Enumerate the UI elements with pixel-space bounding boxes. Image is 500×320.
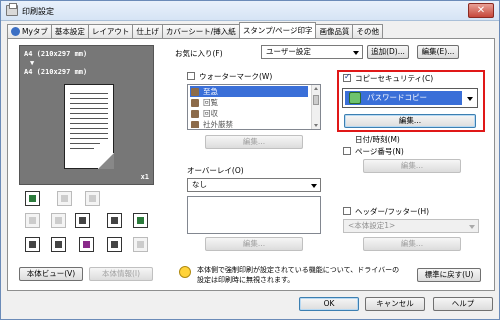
tab-finishing[interactable]: 仕上げ bbox=[132, 24, 163, 38]
list-item[interactable]: 回覧 bbox=[190, 97, 308, 108]
my-tab-icon bbox=[11, 27, 20, 36]
print-preview: A4 (210x297 mm) ▼ A4 (210x297 mm) x1 bbox=[19, 45, 154, 185]
favorites-add-button[interactable]: 追加(D)... bbox=[367, 45, 409, 59]
header-footer-edit-button[interactable]: 編集... bbox=[363, 237, 461, 251]
favorites-label: お気に入り(F) bbox=[175, 49, 223, 58]
tab-layout[interactable]: レイアウト bbox=[87, 24, 134, 38]
lightbulb-icon bbox=[179, 266, 191, 278]
header-footer-checkbox[interactable] bbox=[343, 207, 351, 215]
preview-arrow: ▼ bbox=[30, 59, 35, 67]
staple-icon bbox=[25, 213, 40, 228]
status-icons-grid bbox=[23, 191, 153, 259]
overlay-detail-box bbox=[187, 196, 321, 234]
preview-page bbox=[64, 84, 114, 169]
watermark-edit-button[interactable]: 編集... bbox=[205, 135, 303, 149]
secure-print-icon bbox=[133, 237, 148, 252]
password-copy-icon bbox=[349, 92, 361, 104]
page-fold bbox=[98, 153, 114, 169]
punch-icon bbox=[51, 213, 66, 228]
header-footer-label: ヘッダー/フッター(H) bbox=[355, 207, 430, 216]
list-item[interactable]: 至急 bbox=[190, 86, 308, 97]
reset-defaults-button[interactable]: 標準に戻す(U) bbox=[417, 268, 481, 282]
user-icon bbox=[51, 237, 66, 252]
stamp-icon bbox=[191, 110, 199, 118]
chevron-down-icon bbox=[311, 184, 317, 188]
page-number-edit-button[interactable]: 編集... bbox=[363, 159, 461, 173]
body-view-button[interactable]: 本体ビュー(V) bbox=[19, 267, 83, 281]
watermark-scrollbar[interactable] bbox=[311, 85, 320, 129]
stamp-icon bbox=[191, 121, 199, 128]
info-text: 本体側で強制印刷が設定されている機能について、ドライバーの設定は印刷時に無視され… bbox=[197, 266, 400, 284]
favorites-edit-button[interactable]: 編集(E)... bbox=[417, 45, 459, 59]
box-icon bbox=[107, 237, 122, 252]
overlay-label: オーバーレイ(O) bbox=[187, 166, 244, 175]
copy-security-select[interactable]: パスワードコピー bbox=[342, 88, 478, 108]
account-icon bbox=[79, 237, 94, 252]
printer-icon bbox=[6, 3, 18, 16]
datetime-label: 日付/時刻(M) bbox=[355, 135, 400, 144]
page-number-checkbox[interactable] bbox=[343, 147, 351, 155]
tab-stamp-page-print[interactable]: スタンプ/ページ印字 bbox=[238, 22, 317, 38]
preview-copies: x1 bbox=[140, 173, 149, 181]
window-title: 印刷設定 bbox=[22, 7, 54, 16]
preview-paper-output: A4 (210x297 mm) bbox=[24, 68, 88, 76]
chevron-down-icon bbox=[353, 51, 359, 55]
body-info-button[interactable]: 本体情報(I) bbox=[89, 267, 153, 281]
copy-icon bbox=[85, 191, 100, 206]
page-number-label: ページ番号(N) bbox=[355, 147, 404, 156]
tab-strip: Myタブ 基本設定 レイアウト 仕上げ カバーシート/挿入紙 スタンプ/ページ印… bbox=[7, 22, 383, 38]
overlay-select[interactable]: なし bbox=[187, 178, 321, 192]
text-stamp-icon bbox=[75, 213, 90, 228]
favorites-select[interactable]: ユーザー設定 bbox=[261, 45, 363, 59]
tray-icon bbox=[57, 191, 72, 206]
document-icon bbox=[107, 213, 122, 228]
chevron-down-icon bbox=[467, 97, 473, 101]
close-button[interactable]: ✕ bbox=[468, 3, 494, 18]
watermark-list[interactable]: 至急 回覧 回収 社外厳禁 bbox=[187, 84, 321, 130]
overlay-edit-button[interactable]: 編集... bbox=[205, 237, 303, 251]
ok-button[interactable]: OK bbox=[299, 297, 359, 311]
tab-cover-sheet[interactable]: カバーシート/挿入紙 bbox=[161, 24, 240, 38]
preview-paper-original: A4 (210x297 mm) bbox=[24, 50, 88, 58]
cancel-button[interactable]: キャンセル bbox=[365, 297, 425, 311]
tab-my-tab[interactable]: Myタブ bbox=[7, 24, 52, 38]
output-tray-icon bbox=[25, 237, 40, 252]
header-footer-select[interactable]: <本体設定1> bbox=[343, 219, 479, 233]
stamp-icon bbox=[191, 99, 199, 107]
title-bar: 印刷設定 ✕ bbox=[1, 1, 499, 21]
watermark-checkbox[interactable] bbox=[187, 72, 195, 80]
tab-image-quality[interactable]: 画像品質 bbox=[315, 24, 354, 38]
copy-security-edit-button[interactable]: 編集... bbox=[344, 114, 476, 128]
tab-basic[interactable]: 基本設定 bbox=[50, 24, 89, 38]
copy-security-checkbox[interactable] bbox=[343, 72, 351, 82]
chevron-down-icon bbox=[469, 225, 475, 229]
tab-other[interactable]: その他 bbox=[352, 24, 383, 38]
copy-security-label: コピーセキュリティ(C) bbox=[355, 74, 434, 83]
list-item[interactable]: 社外厳禁 bbox=[190, 119, 308, 128]
help-button[interactable]: ヘルプ bbox=[433, 297, 493, 311]
copy-security-icon bbox=[133, 213, 148, 228]
list-item[interactable]: 回収 bbox=[190, 108, 308, 119]
watermark-label: ウォーターマーク(W) bbox=[199, 72, 273, 81]
stamp-icon bbox=[191, 88, 199, 96]
print-settings-dialog: 印刷設定 ✕ Myタブ 基本設定 レイアウト 仕上げ カバーシート/挿入紙 スタ… bbox=[0, 0, 500, 320]
printer-icon bbox=[25, 191, 40, 206]
